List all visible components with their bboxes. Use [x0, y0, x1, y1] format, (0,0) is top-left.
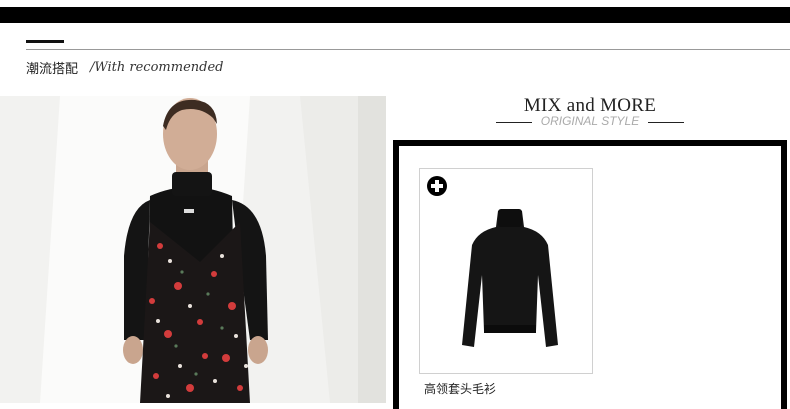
model-photo: [0, 96, 386, 403]
title-divider: [26, 49, 790, 50]
product-card[interactable]: [419, 168, 593, 374]
section-title: 潮流搭配: [26, 62, 79, 77]
top-black-bar: [0, 7, 790, 23]
product-name[interactable]: 高领套头毛衫: [424, 380, 496, 397]
title-accent-line: [26, 40, 64, 43]
turtleneck-sweater-image: [462, 209, 558, 347]
mix-subheading-group: ORIGINAL STYLE: [496, 114, 684, 130]
mix-subheading: ORIGINAL STYLE: [540, 114, 640, 128]
mix-sub-line-right: [648, 122, 684, 123]
section-subtitle: /With recommended: [90, 60, 224, 75]
mix-sub-line-left: [496, 122, 532, 123]
plus-circle-icon[interactable]: [426, 175, 448, 197]
